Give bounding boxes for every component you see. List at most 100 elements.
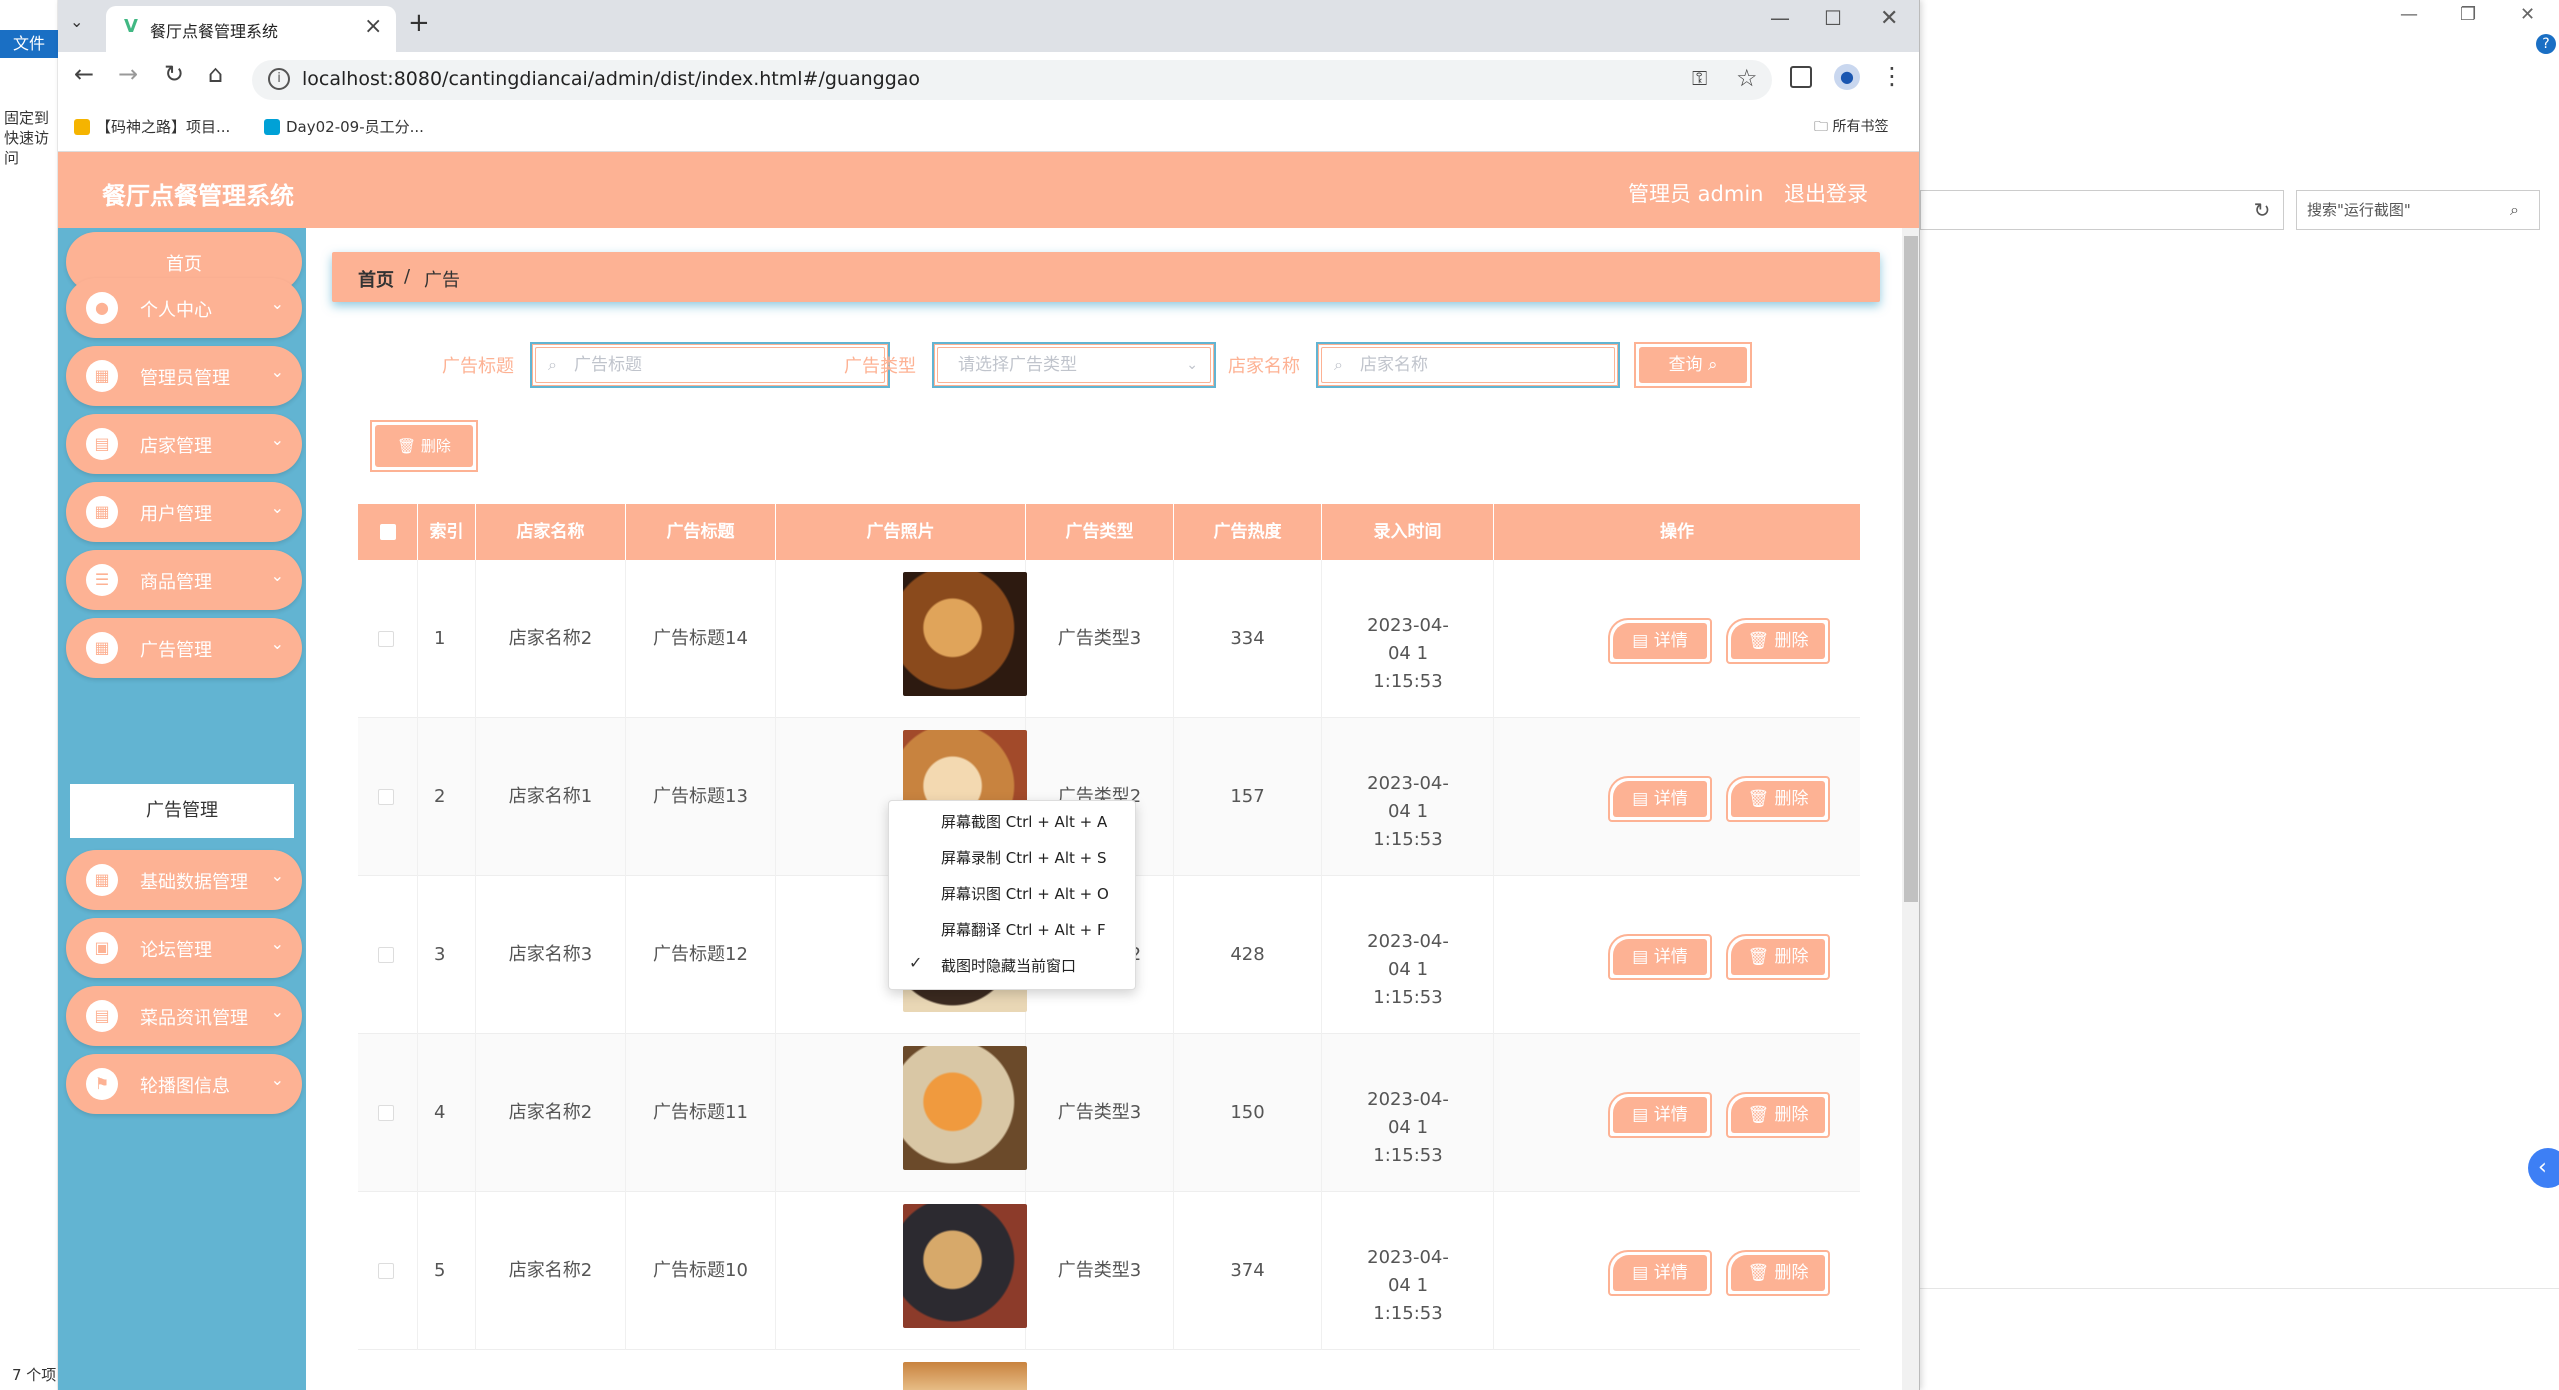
sidebar-item-personal[interactable]: ● 个人中心 ⌄ [66, 278, 302, 338]
explorer-address-bar[interactable] [1920, 190, 2284, 230]
query-button[interactable]: 查询 ⌕ [1634, 342, 1752, 388]
side-panel-icon[interactable] [1790, 66, 1812, 88]
site-info-icon[interactable]: i [268, 68, 290, 90]
detail-button[interactable]: ▤ 详情 [1608, 618, 1712, 664]
explorer-refresh-icon[interactable]: ↻ [2240, 190, 2284, 230]
trash-icon: 🗑 [1747, 1263, 1770, 1283]
explorer-minimize-icon[interactable]: — [2400, 4, 2418, 25]
ctx-screen-ocr[interactable]: 屏幕识图 Ctrl + Alt + O [941, 883, 1109, 904]
delete-button[interactable]: 🗑 删除 [1726, 934, 1830, 980]
browser-menu-icon[interactable]: ⋮ [1880, 62, 1904, 90]
sidebar-item-ads[interactable]: ▦ 广告管理 ⌄ [66, 618, 302, 678]
row-checkbox[interactable] [378, 1263, 394, 1279]
sidebar-item-users[interactable]: ▦ 用户管理 ⌄ [66, 482, 302, 542]
sidebar-item-forum[interactable]: ▣ 论坛管理 ⌄ [66, 918, 302, 978]
header-index: 索引 [418, 504, 476, 560]
admin-label: 管理员 admin [1628, 182, 1764, 206]
detail-button[interactable]: ▤ 详情 [1608, 1250, 1712, 1296]
browser-maximize-icon[interactable]: ☐ [1824, 6, 1842, 30]
url-text[interactable]: localhost:8080/cantingdiancai/admin/dist… [302, 68, 920, 90]
ad-photo-image[interactable] [903, 1362, 1027, 1390]
profile-icon[interactable]: ● [1834, 64, 1860, 90]
document-icon: ▤ [1632, 947, 1649, 967]
logout-link[interactable]: 退出登录 [1784, 178, 1868, 208]
explorer-search-input[interactable]: 搜索"运行截图" [2296, 190, 2540, 230]
new-tab-icon[interactable]: + [408, 8, 430, 38]
cell-index: 2 [418, 718, 476, 876]
select-all-checkbox[interactable] [379, 524, 396, 540]
ctx-screen-record[interactable]: 屏幕录制 Ctrl + Alt + S [941, 847, 1107, 868]
bookmark-item[interactable]: Day02-09-员工分... [264, 116, 424, 137]
back-icon[interactable]: ← [74, 60, 94, 88]
ad-photo-image[interactable] [903, 1046, 1027, 1170]
ctx-screen-translate[interactable]: 屏幕翻译 Ctrl + Alt + F [941, 919, 1106, 940]
explorer-maximize-icon[interactable]: ❐ [2460, 4, 2476, 25]
reload-icon[interactable]: ↻ [164, 60, 184, 88]
cell-heat: 157 [1174, 718, 1322, 876]
sidebar-item-products[interactable]: ☰ 商品管理 ⌄ [66, 550, 302, 610]
check-icon: ✓ [909, 953, 923, 972]
tab-close-icon[interactable]: × [364, 14, 382, 39]
sidebar-item-admins[interactable]: ▦ 管理员管理 ⌄ [66, 346, 302, 406]
sidebar-item-carousel[interactable]: ⚑ 轮播图信息 ⌄ [66, 1054, 302, 1114]
detail-button[interactable]: ▤ 详情 [1608, 1092, 1712, 1138]
cell-heat: 428 [1174, 876, 1322, 1034]
sidebar-item-base-data[interactable]: ▦ 基础数据管理 ⌄ [66, 850, 302, 910]
submenu-item-ad-management[interactable]: 广告管理 [70, 784, 294, 838]
detail-button[interactable]: ▤ 详情 [1608, 934, 1712, 980]
breadcrumb-home[interactable]: 首页 [358, 266, 394, 292]
ctx-hide-window[interactable]: 截图时隐藏当前窗口 [941, 955, 1076, 976]
batch-delete-button[interactable]: 🗑 删除 [370, 420, 478, 472]
ad-photo-image[interactable] [903, 572, 1027, 696]
browser-close-icon[interactable]: ✕ [1880, 6, 1898, 31]
breadcrumb-separator: / [404, 266, 411, 287]
help-icon[interactable]: ? [2536, 34, 2556, 54]
home-icon[interactable]: ⌂ [208, 60, 223, 88]
explorer-left-pane [0, 0, 58, 1390]
search-icon: ⌕ [1334, 355, 1343, 374]
browser-tab[interactable]: V 餐厅点餐管理系统 × [106, 6, 396, 52]
time-date: 2023-04-04 1 [1367, 615, 1449, 664]
row-checkbox[interactable] [378, 947, 394, 963]
cell-shop: 店家名称2 [476, 1034, 626, 1192]
search-icon[interactable]: ⌕ [2510, 190, 2519, 230]
delete-button[interactable]: 🗑 删除 [1726, 1092, 1830, 1138]
context-menu: 屏幕截图 Ctrl + Alt + A 屏幕录制 Ctrl + Alt + S … [888, 800, 1136, 990]
ad-photo-image[interactable] [903, 1204, 1027, 1328]
bookmark-item[interactable]: 【码神之路】项目... [74, 116, 230, 137]
explorer-close-icon[interactable]: ✕ [2520, 4, 2535, 25]
password-key-icon[interactable]: ⚿ [1692, 66, 1707, 90]
delete-button[interactable]: 🗑 删除 [1726, 618, 1830, 664]
delete-button[interactable]: 🗑 删除 [1726, 776, 1830, 822]
row-checkbox[interactable] [378, 631, 394, 647]
forward-icon[interactable]: → [118, 60, 138, 88]
delete-button[interactable]: 🗑 删除 [1726, 1250, 1830, 1296]
header-shop: 店家名称 [476, 504, 626, 560]
header-select-all[interactable] [358, 504, 418, 560]
time-text: 2023-04-04 1 1:15:53 [1358, 1244, 1458, 1328]
document-icon: ▤ [1632, 1105, 1649, 1125]
cell-index: 4 [418, 1034, 476, 1192]
ctx-screenshot[interactable]: 屏幕截图 Ctrl + Alt + A [941, 811, 1107, 832]
sidebar-item-label: 论坛管理 [140, 940, 212, 961]
address-bar[interactable]: i localhost:8080/cantingdiancai/admin/di… [252, 60, 1772, 100]
sidebar-item-dish-news[interactable]: ▤ 菜品资讯管理 ⌄ [66, 986, 302, 1046]
sidebar-item-shops[interactable]: ▤ 店家管理 ⌄ [66, 414, 302, 474]
row-checkbox[interactable] [378, 789, 394, 805]
cell-type: 广告类型3 [1026, 1034, 1174, 1192]
filter-title-input[interactable]: ⌕ 广告标题 [530, 342, 890, 388]
detail-button[interactable]: ▤ 详情 [1608, 776, 1712, 822]
bookmark-star-icon[interactable]: ☆ [1736, 64, 1758, 92]
row-checkbox[interactable] [378, 1105, 394, 1121]
filter-type-select[interactable]: 请选择广告类型 ⌄ [932, 342, 1216, 388]
filter-shop-input[interactable]: ⌕ 店家名称 [1316, 342, 1620, 388]
tab-search-chevron-icon[interactable]: ⌄ [70, 12, 83, 31]
all-bookmarks[interactable]: 🗀 所有书签 [1814, 116, 1888, 140]
page-scrollbar-thumb[interactable] [1904, 236, 1918, 902]
collapse-arrow-icon[interactable]: ‹ [2528, 1148, 2559, 1188]
cell-heat: 334 [1174, 560, 1322, 718]
explorer-file-tab[interactable]: 文件 [0, 30, 58, 58]
browser-minimize-icon[interactable]: — [1770, 6, 1790, 30]
cell-shop: 店家名称2 [476, 560, 626, 718]
explorer-pin-label[interactable]: 固定到快速访问 [4, 108, 58, 168]
